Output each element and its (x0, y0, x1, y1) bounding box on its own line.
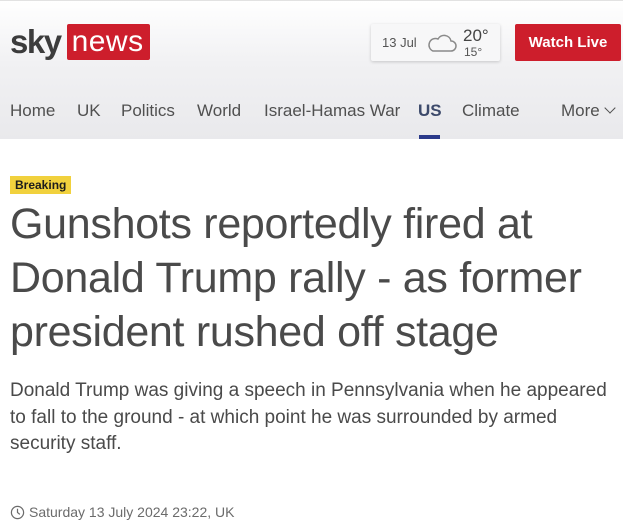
nav-item-israel-hamas-war[interactable]: Israel-Hamas War (264, 101, 400, 121)
article-headline: Gunshots reportedly fired at Donald Trum… (10, 200, 582, 356)
nav-item-uk[interactable]: UK (77, 101, 101, 121)
clock-icon (10, 505, 25, 519)
article-standfirst: Donald Trump was giving a speech in Penn… (10, 380, 607, 454)
nav-item-us[interactable]: US (418, 101, 442, 121)
cloud-icon (428, 34, 457, 52)
watch-live-button[interactable]: Watch Live (515, 24, 621, 61)
site-header: sky news 13 Jul 20° 15° Watch Live Home … (0, 0, 623, 139)
weather-widget[interactable]: 13 Jul 20° 15° (371, 24, 500, 61)
active-nav-indicator (419, 135, 440, 139)
weather-high-temp: 20° (463, 26, 489, 45)
weather-date: 13 Jul (382, 35, 417, 50)
main-nav: Home UK Politics World Israel-Hamas War … (0, 97, 623, 140)
logo-sky-text: sky (10, 23, 62, 60)
logo-news-text: news (66, 24, 150, 60)
breaking-badge: Breaking (10, 176, 72, 194)
nav-item-world[interactable]: World (197, 101, 241, 121)
nav-item-climate[interactable]: Climate (462, 101, 520, 121)
chevron-down-icon (604, 102, 616, 114)
article-dateline: Saturday 13 July 2024 23:22, UK (10, 503, 234, 521)
nav-item-home[interactable]: Home (10, 101, 55, 121)
sky-news-logo[interactable]: sky news (10, 23, 150, 61)
nav-more-button[interactable]: More (561, 101, 616, 121)
nav-more-label: More (561, 101, 600, 120)
nav-item-politics[interactable]: Politics (121, 101, 175, 121)
weather-low-temp: 15° (464, 45, 483, 59)
dateline-text: Saturday 13 July 2024 23:22, UK (29, 504, 235, 520)
